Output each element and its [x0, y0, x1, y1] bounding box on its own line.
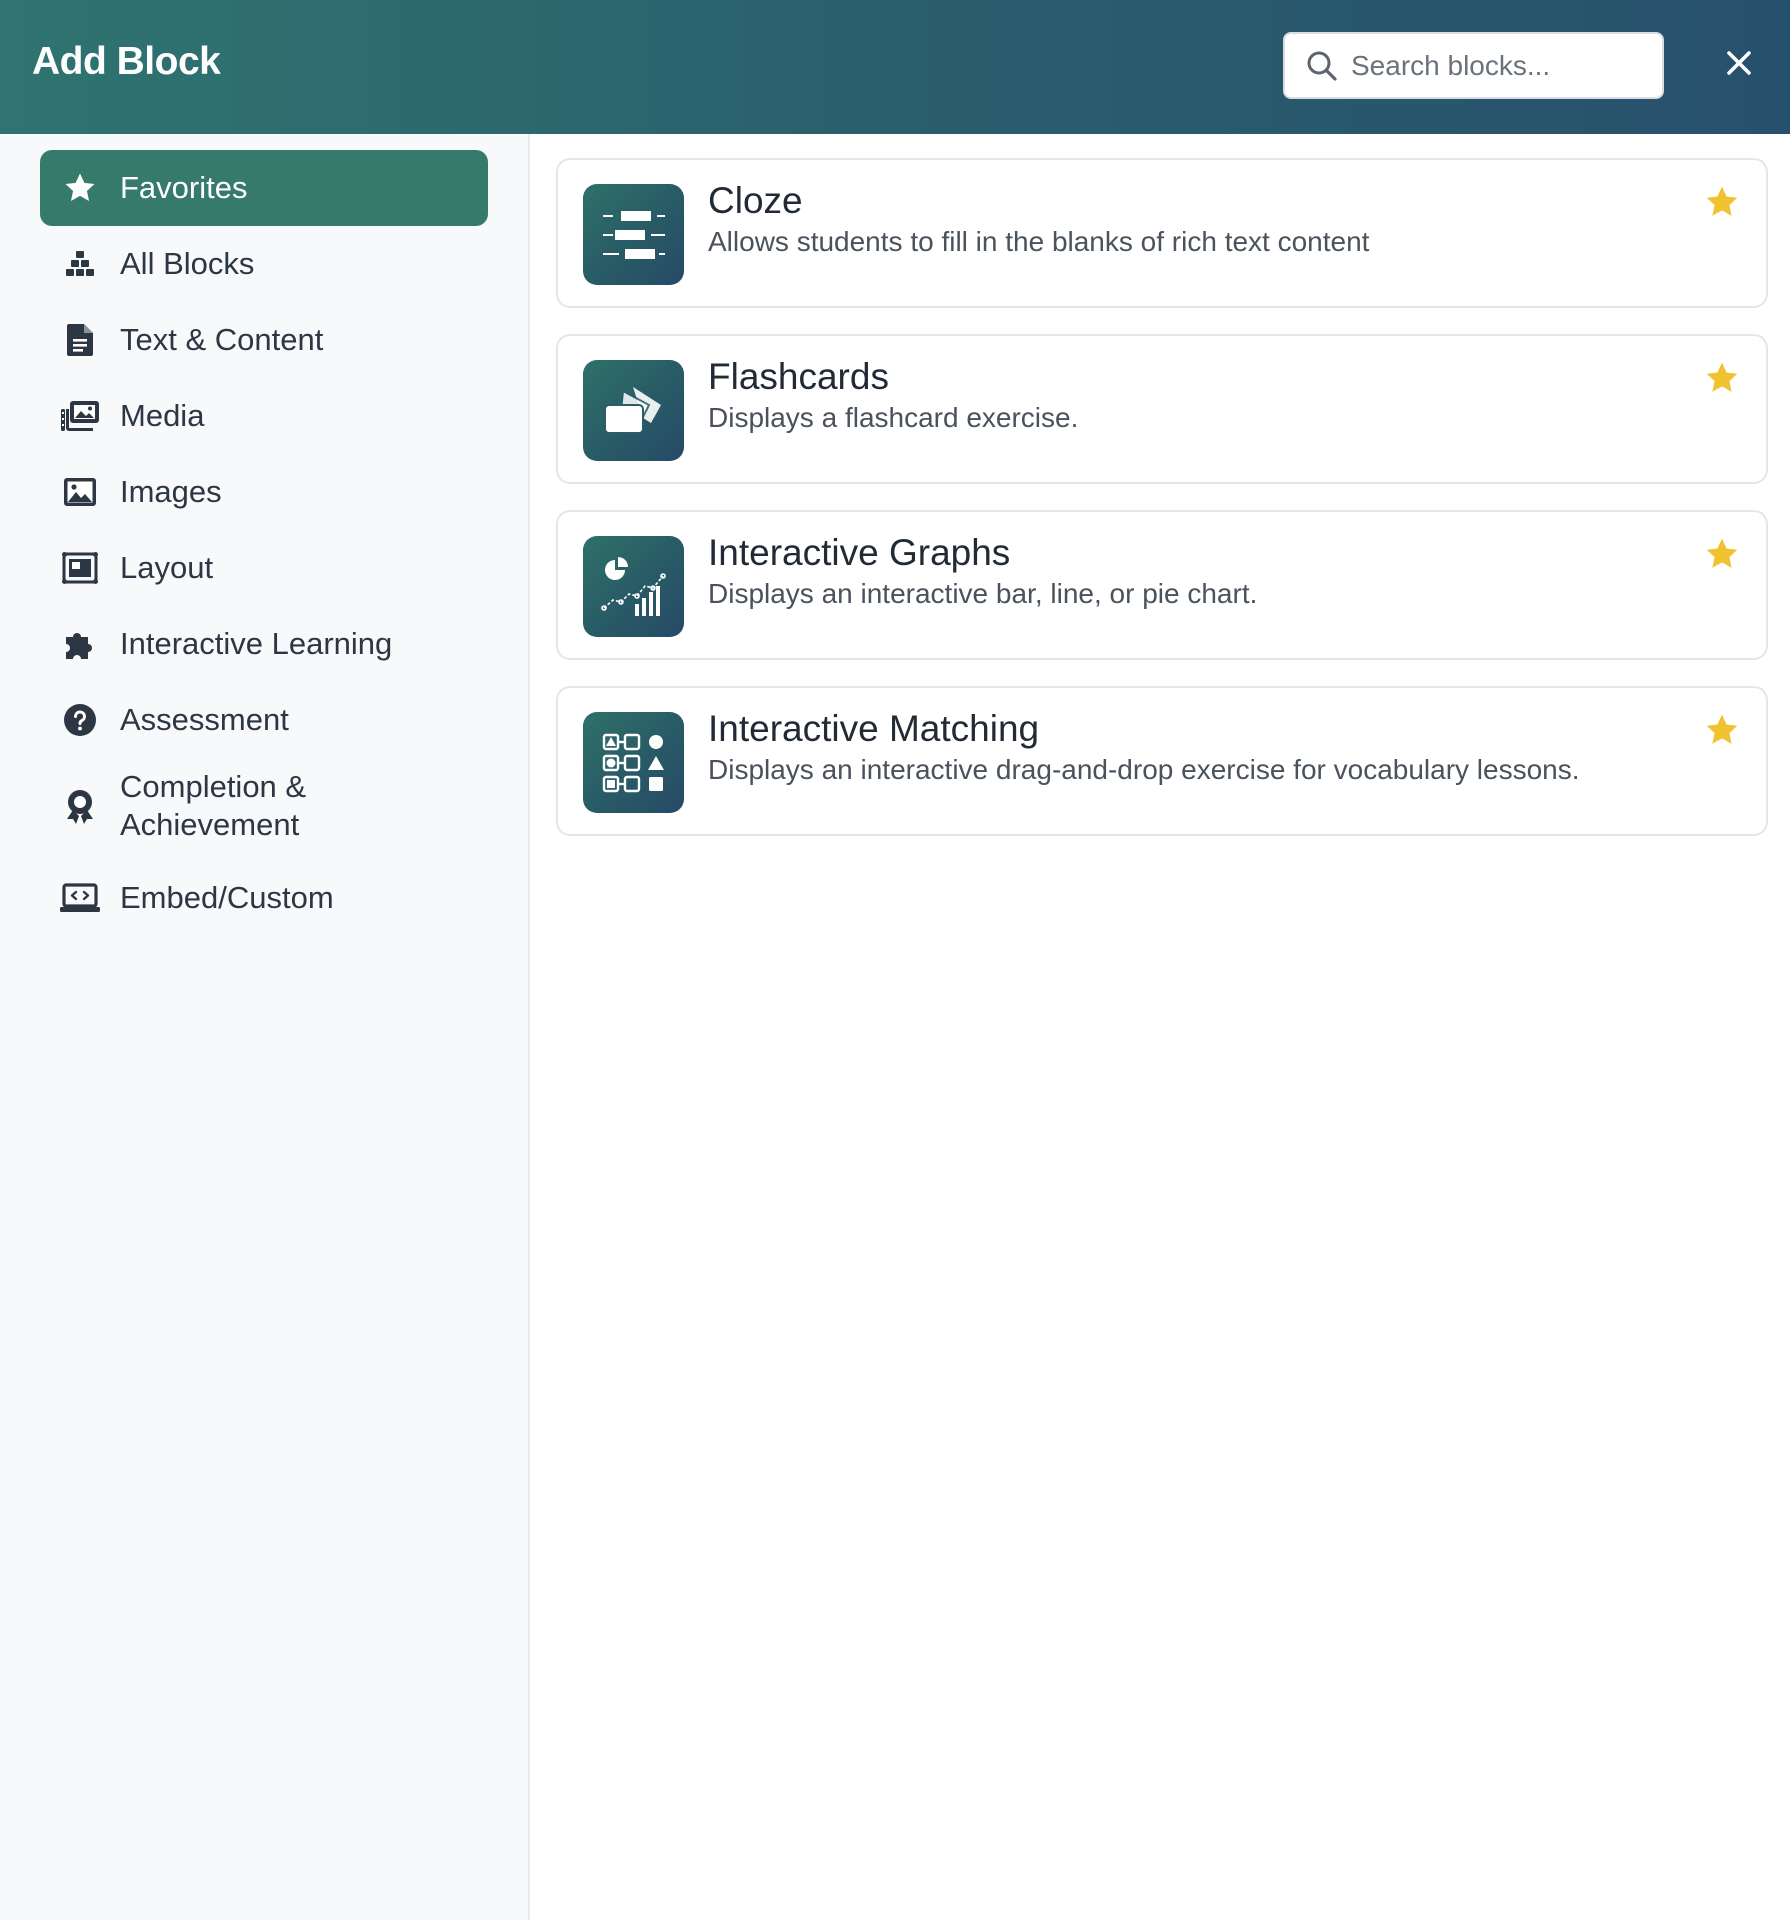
close-button[interactable]	[1720, 46, 1758, 84]
flashcards-icon	[583, 360, 684, 461]
star-icon	[1704, 536, 1740, 577]
sidebar-item-embed-custom[interactable]: Embed/Custom	[40, 860, 488, 936]
award-icon	[60, 786, 100, 826]
block-list: Cloze Allows students to fill in the bla…	[530, 134, 1790, 1920]
favorite-toggle[interactable]	[1702, 536, 1742, 576]
search-input[interactable]	[1349, 48, 1653, 83]
close-icon	[1726, 50, 1752, 81]
question-circle-icon	[60, 700, 100, 740]
block-title: Interactive Graphs	[708, 532, 1011, 573]
sidebar-item-completion-achievement[interactable]: Completion & Achievement	[40, 758, 488, 854]
sidebar-item-assessment[interactable]: Assessment	[40, 682, 488, 758]
sidebar-item-all-blocks[interactable]: All Blocks	[40, 226, 488, 302]
sidebar-item-text-content[interactable]: Text & Content	[40, 302, 488, 378]
sidebar-item-images[interactable]: Images	[40, 454, 488, 530]
block-title: Cloze	[708, 180, 803, 221]
sidebar-item-label: Layout	[120, 550, 214, 585]
search-icon	[1305, 49, 1339, 83]
modal-title: Add Block	[32, 40, 221, 83]
sidebar-item-label: Embed/Custom	[120, 880, 334, 915]
layout-icon	[60, 548, 100, 588]
sidebar-item-label: Media	[120, 398, 205, 433]
block-card-interactive-matching[interactable]: Interactive Matching Displays an interac…	[556, 686, 1768, 836]
blocks-icon	[60, 244, 100, 284]
star-icon	[60, 168, 100, 208]
document-icon	[60, 320, 100, 360]
block-card-cloze[interactable]: Cloze Allows students to fill in the bla…	[556, 158, 1768, 308]
block-card-interactive-graphs[interactable]: Interactive Graphs Displays an interacti…	[556, 510, 1768, 660]
search-box[interactable]	[1283, 32, 1664, 99]
block-description: Displays an interactive bar, line, or pi…	[708, 578, 1258, 609]
sidebar-item-label: Images	[120, 474, 222, 509]
modal-header: Add Block	[0, 0, 1790, 134]
favorite-toggle[interactable]	[1702, 712, 1742, 752]
favorite-toggle[interactable]	[1702, 360, 1742, 400]
cloze-icon	[583, 184, 684, 285]
favorite-toggle[interactable]	[1702, 184, 1742, 224]
sidebar-item-label: Text & Content	[120, 322, 324, 357]
sidebar-item-layout[interactable]: Layout	[40, 530, 488, 606]
sidebar-item-label: Completion & Achievement	[120, 769, 307, 842]
sidebar-item-favorites[interactable]: Favorites	[40, 150, 488, 226]
sidebar-item-interactive-learning[interactable]: Interactive Learning	[40, 606, 488, 682]
sidebar-item-label: Assessment	[120, 702, 289, 737]
sidebar-item-media[interactable]: Media	[40, 378, 488, 454]
puzzle-icon	[60, 624, 100, 664]
graphs-icon	[583, 536, 684, 637]
block-title: Flashcards	[708, 356, 889, 397]
star-icon	[1704, 360, 1740, 401]
star-icon	[1704, 184, 1740, 225]
block-description: Allows students to fill in the blanks of…	[708, 226, 1370, 257]
block-card-flashcards[interactable]: Flashcards Displays a flashcard exercise…	[556, 334, 1768, 484]
sidebar-item-label: All Blocks	[120, 246, 255, 281]
block-title: Interactive Matching	[708, 708, 1040, 749]
image-icon	[60, 472, 100, 512]
add-block-modal: Add Block Favorites All Blocks	[0, 0, 1790, 1920]
photo-film-icon	[60, 396, 100, 436]
matching-icon	[583, 712, 684, 813]
category-sidebar: Favorites All Blocks Text & Content Medi…	[0, 134, 530, 1920]
block-description: Displays an interactive drag-and-drop ex…	[708, 754, 1580, 785]
laptop-code-icon	[60, 878, 100, 918]
sidebar-item-label: Interactive Learning	[120, 626, 393, 661]
sidebar-item-label: Favorites	[120, 170, 248, 205]
block-description: Displays a flashcard exercise.	[708, 402, 1079, 433]
star-icon	[1704, 712, 1740, 753]
